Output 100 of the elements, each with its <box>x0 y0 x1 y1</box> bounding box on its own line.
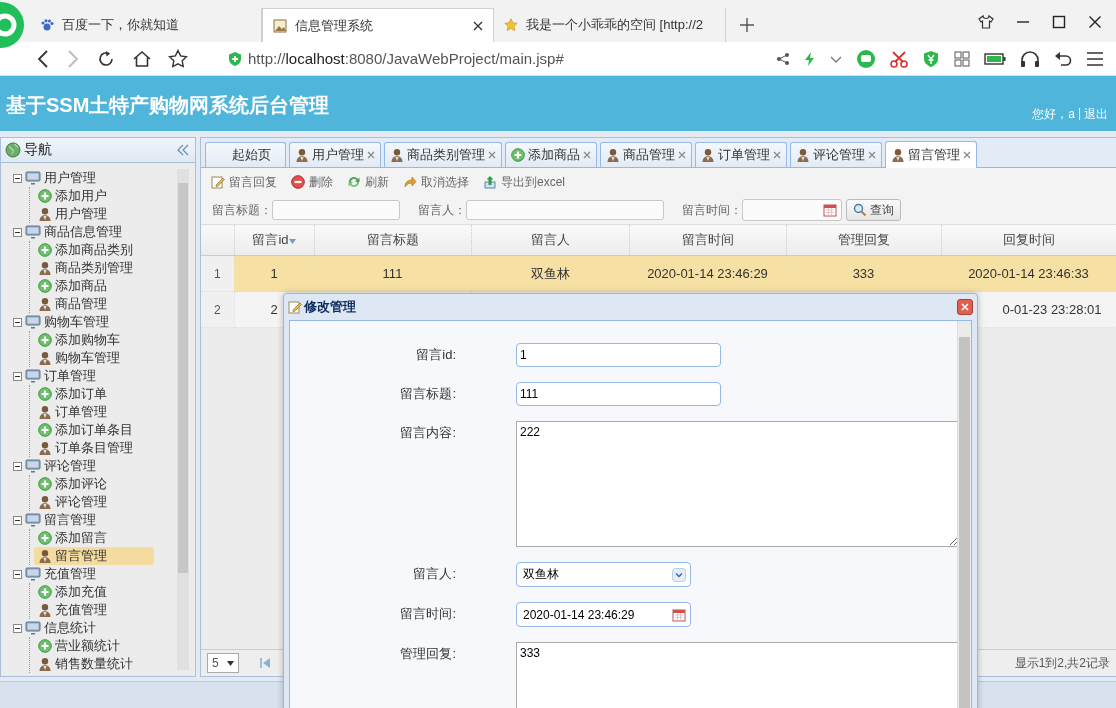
reload-icon[interactable] <box>96 48 116 69</box>
text-area[interactable]: 333 <box>516 642 959 708</box>
column-header[interactable]: 留言时间 <box>629 225 786 256</box>
shirt-icon[interactable] <box>978 14 994 30</box>
tree-group[interactable]: 信息统计 <box>13 619 177 637</box>
field-label: 留言id: <box>415 346 456 364</box>
collapse-icon[interactable] <box>13 461 22 471</box>
text-area[interactable]: 222 <box>516 421 959 547</box>
tree-item[interactable]: 销售数量统计 <box>34 655 154 673</box>
tree-item[interactable]: 添加商品类别 <box>34 241 154 259</box>
tree-item[interactable]: 评论管理 <box>34 493 154 511</box>
tree-item[interactable]: 添加评论 <box>34 475 154 493</box>
menu-icon[interactable] <box>1086 50 1104 67</box>
pencil-icon <box>288 300 302 314</box>
tree-item[interactable]: 添加购物车 <box>34 331 154 349</box>
undo-icon[interactable] <box>1054 49 1072 68</box>
toolbar-button[interactable]: 取消选择 <box>403 173 469 191</box>
tree-item[interactable]: 购物车管理 <box>34 349 154 367</box>
tree-group[interactable]: 商品信息管理 <box>13 223 177 241</box>
tree-item[interactable]: 添加商品 <box>34 277 154 295</box>
tree-group[interactable]: 评论管理 <box>13 457 177 475</box>
export-icon <box>483 175 497 189</box>
column-header[interactable]: 留言人 <box>471 225 629 256</box>
tab[interactable]: 添加商品 <box>505 142 597 167</box>
tree-item[interactable]: 用户管理 <box>34 205 154 223</box>
user-icon <box>38 441 52 455</box>
tree-group[interactable]: 充值管理 <box>13 565 177 583</box>
collapse-icon[interactable] <box>13 569 22 579</box>
plus-circle-icon <box>38 387 52 401</box>
tree-group[interactable]: 订单管理 <box>13 367 177 385</box>
collapse-left-icon[interactable] <box>177 144 189 156</box>
tree-item[interactable]: 充值管理 <box>34 601 154 619</box>
plus-icon[interactable] <box>738 16 756 34</box>
tree-item[interactable]: 添加订单 <box>34 385 154 403</box>
lightning-icon[interactable] <box>804 50 816 67</box>
input-field[interactable]: 1 <box>516 343 721 367</box>
select-field[interactable]: 双鱼林 <box>516 562 691 587</box>
tree-group[interactable]: 留言管理 <box>13 511 177 529</box>
column-header[interactable]: 管理回复 <box>786 225 941 256</box>
battery-icon[interactable] <box>984 51 1006 66</box>
tree-item[interactable]: 添加充值 <box>34 583 154 601</box>
column-header[interactable]: 留言id <box>234 225 314 256</box>
tab[interactable]: 用户管理 <box>289 142 381 167</box>
close-icon[interactable] <box>1088 15 1102 29</box>
tree-group[interactable]: 购物车管理 <box>13 313 177 331</box>
tree-item[interactable]: 商品类别管理 <box>34 259 154 277</box>
page-size-select[interactable]: 5 <box>207 653 239 673</box>
apps-icon[interactable] <box>954 50 970 67</box>
collapse-icon[interactable] <box>13 515 22 525</box>
tree-item[interactable]: 营业额统计 <box>34 637 154 655</box>
close-button[interactable] <box>957 299 973 315</box>
tree-item[interactable]: 订单管理 <box>34 403 154 421</box>
plus-circle-icon <box>38 585 52 599</box>
toolbar-button[interactable]: 刷新 <box>347 173 389 191</box>
tree-item[interactable]: 商品管理 <box>34 295 154 313</box>
chat-icon[interactable] <box>856 48 876 69</box>
tree-group[interactable]: 用户管理 <box>13 169 177 187</box>
search-field[interactable] <box>466 200 664 220</box>
collapse-icon[interactable] <box>13 227 22 237</box>
column-header[interactable]: 留言标题 <box>314 225 471 256</box>
search-field[interactable] <box>272 200 400 220</box>
shield-yen-icon[interactable] <box>922 49 940 68</box>
star-outline-icon[interactable] <box>168 48 188 69</box>
tab[interactable]: 商品管理 <box>600 142 692 167</box>
collapse-icon[interactable] <box>13 173 22 183</box>
date-field[interactable] <box>742 199 842 221</box>
tab[interactable]: 评论管理 <box>790 142 882 167</box>
tab[interactable]: 商品类别管理 <box>384 142 502 167</box>
column-header[interactable]: 回复时间 <box>941 225 1116 256</box>
toolbar-button[interactable]: 导出到excel <box>483 173 565 191</box>
user-icon <box>701 148 715 162</box>
tree-item[interactable]: 添加订单条目 <box>34 421 154 439</box>
tree-item[interactable]: 添加留言 <box>34 529 154 547</box>
toolbar-button[interactable]: 删除 <box>291 173 333 191</box>
date-field[interactable]: 2020-01-14 23:46:29 <box>516 602 691 627</box>
maximize-icon[interactable] <box>1052 15 1066 29</box>
row-number: 1 <box>201 255 234 292</box>
toolbar-button[interactable]: 留言回复 <box>211 173 277 191</box>
browser-tab[interactable]: 信息管理系统 <box>262 8 494 42</box>
collapse-icon[interactable] <box>13 371 22 381</box>
home-icon[interactable] <box>132 48 152 69</box>
search-button[interactable]: 查询 <box>846 199 901 221</box>
tab[interactable]: 留言管理 <box>885 141 977 168</box>
collapse-icon[interactable] <box>13 623 22 633</box>
scrollbar[interactable] <box>957 321 971 708</box>
back-icon[interactable] <box>36 48 50 69</box>
scissors-icon[interactable] <box>890 49 908 68</box>
tab[interactable]: 起始页 <box>205 142 286 167</box>
tab[interactable]: 订单管理 <box>695 142 787 167</box>
url-text[interactable]: http://localhost:8080/JavaWebProject/main.jsp# <box>248 50 564 67</box>
tree-item[interactable]: 留言管理 <box>34 547 154 565</box>
tree-item[interactable]: 添加用户 <box>34 187 154 205</box>
input-field[interactable]: 111 <box>516 382 721 406</box>
tree-item[interactable]: 订单条目管理 <box>34 439 154 457</box>
headphones-icon[interactable] <box>1020 49 1040 68</box>
share-icon[interactable] <box>776 51 790 66</box>
close-icon[interactable] <box>473 20 483 31</box>
scrollbar[interactable] <box>177 169 189 670</box>
search-icon <box>853 203 867 217</box>
collapse-icon[interactable] <box>13 317 22 327</box>
